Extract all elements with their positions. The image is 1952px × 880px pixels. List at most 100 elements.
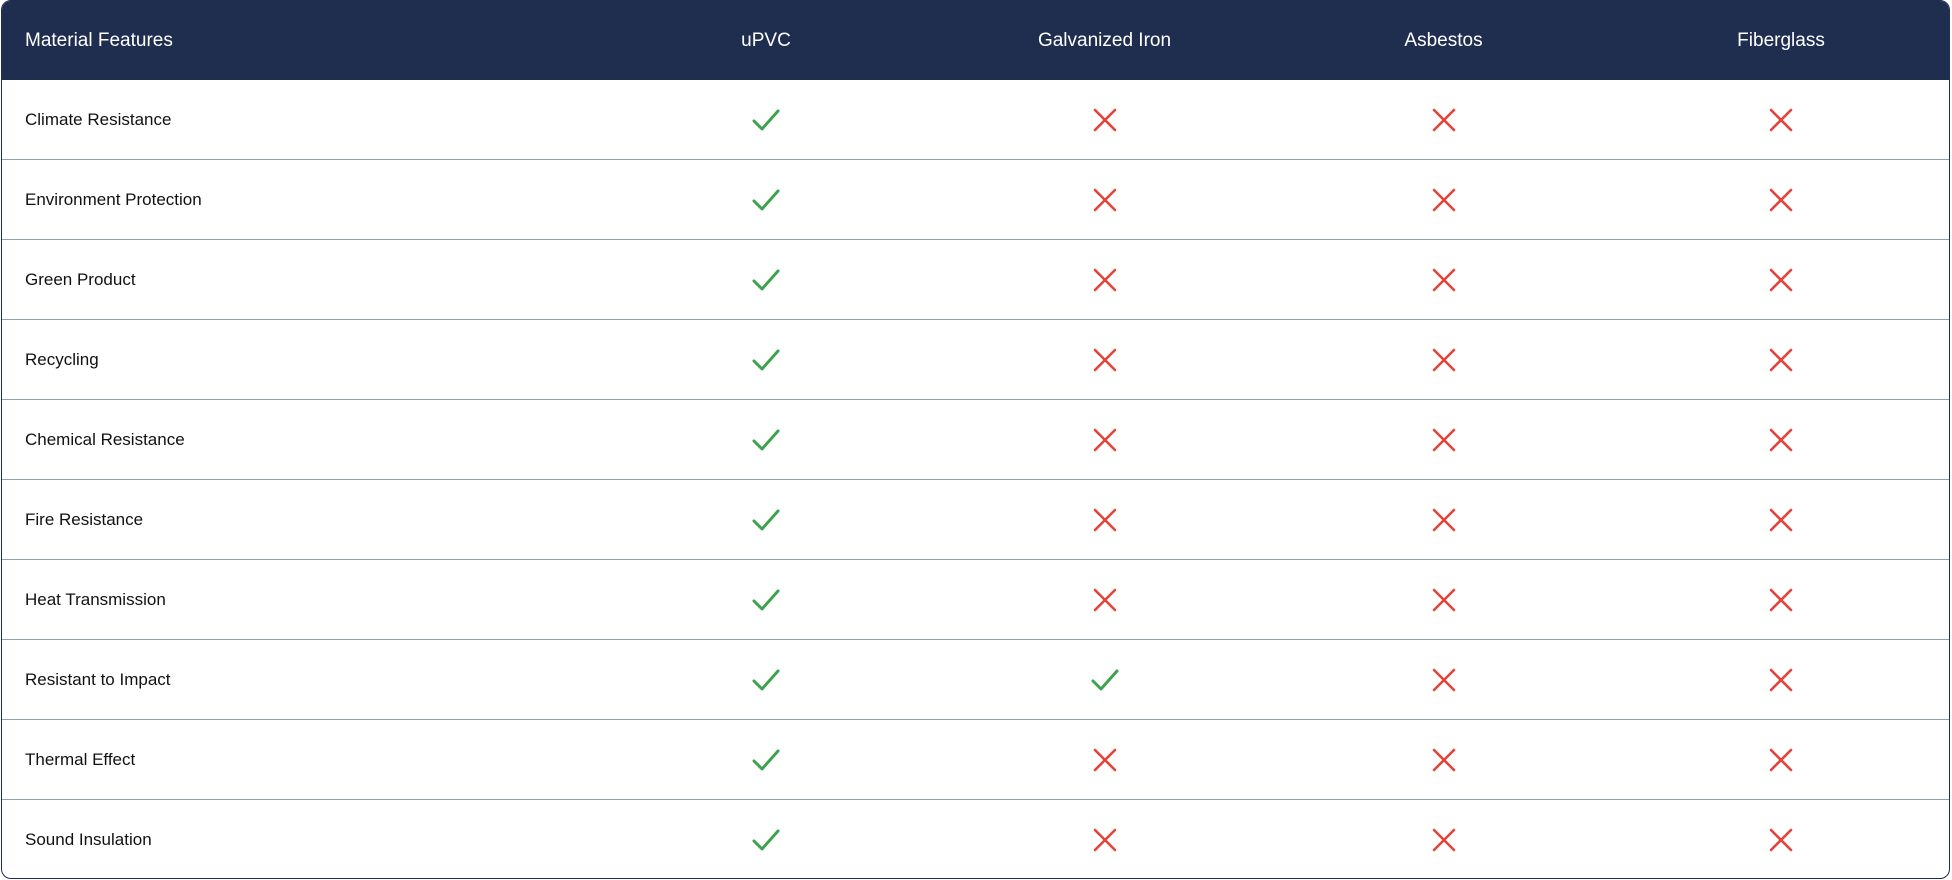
value-cell: [597, 720, 935, 799]
value-cell: [1274, 160, 1613, 239]
table-row: Environment Protection: [2, 160, 1949, 240]
table-body: Climate Resistance Environment Protection…: [2, 80, 1949, 878]
cross-icon: [1092, 587, 1118, 613]
check-icon: [751, 827, 781, 853]
header-galvanized-iron: Galvanized Iron: [1037, 29, 1172, 51]
cross-icon: [1431, 747, 1457, 773]
table-row: Green Product: [2, 240, 1949, 320]
value-cell: [597, 640, 935, 719]
check-icon: [751, 107, 781, 133]
value-cell: [597, 320, 935, 399]
value-cell: [1274, 800, 1613, 878]
value-cell: [1274, 640, 1613, 719]
header-material-features: Material Features: [25, 29, 173, 51]
cross-icon: [1431, 427, 1457, 453]
cross-icon: [1431, 827, 1457, 853]
value-cell: [1274, 720, 1613, 799]
cross-icon: [1768, 507, 1794, 533]
cross-icon: [1768, 667, 1794, 693]
cross-icon: [1768, 107, 1794, 133]
value-cell: [935, 720, 1274, 799]
cross-icon: [1092, 107, 1118, 133]
value-cell: [1613, 480, 1949, 559]
value-cell: [1274, 480, 1613, 559]
cross-icon: [1431, 667, 1457, 693]
cross-icon: [1092, 347, 1118, 373]
value-cell: [935, 560, 1274, 639]
header-upvc: uPVC: [741, 29, 791, 51]
cross-icon: [1768, 427, 1794, 453]
check-icon: [751, 187, 781, 213]
feature-label: Fire Resistance: [25, 509, 144, 529]
value-cell: [1613, 80, 1949, 159]
table-row: Fire Resistance: [2, 480, 1949, 560]
feature-label: Sound Insulation: [25, 830, 152, 849]
check-icon: [751, 427, 781, 453]
value-cell: [597, 400, 935, 479]
value-cell: [1613, 640, 1949, 719]
feature-label: Chemical Resistance: [25, 429, 185, 449]
cross-icon: [1768, 187, 1794, 213]
value-cell: [1274, 80, 1613, 159]
feature-label: Thermal Effect: [25, 749, 136, 769]
table-row: Thermal Effect: [2, 720, 1949, 800]
table-row: Heat Transmission: [2, 560, 1949, 640]
check-icon: [751, 267, 781, 293]
check-icon: [751, 347, 781, 373]
cross-icon: [1431, 107, 1457, 133]
value-cell: [1613, 400, 1949, 479]
value-cell: [1613, 560, 1949, 639]
value-cell: [597, 160, 935, 239]
value-cell: [597, 240, 935, 319]
value-cell: [935, 640, 1274, 719]
cross-icon: [1092, 507, 1118, 533]
table-row: Resistant to Impact: [2, 640, 1949, 720]
table-row: Chemical Resistance: [2, 400, 1949, 480]
value-cell: [935, 160, 1274, 239]
table-header: Material Features uPVC Galvanized Iron A…: [2, 1, 1949, 80]
cross-icon: [1431, 267, 1457, 293]
cross-icon: [1768, 827, 1794, 853]
feature-label: Recycling: [25, 349, 99, 369]
cross-icon: [1092, 427, 1118, 453]
value-cell: [1274, 560, 1613, 639]
cross-icon: [1092, 267, 1118, 293]
feature-label: Resistant to Impact: [25, 669, 171, 689]
value-cell: [597, 480, 935, 559]
value-cell: [935, 800, 1274, 878]
check-icon: [751, 667, 781, 693]
cross-icon: [1092, 827, 1118, 853]
cross-icon: [1768, 587, 1794, 613]
cross-icon: [1768, 347, 1794, 373]
value-cell: [1274, 320, 1613, 399]
cross-icon: [1092, 187, 1118, 213]
value-cell: [597, 560, 935, 639]
value-cell: [1613, 320, 1949, 399]
cross-icon: [1768, 747, 1794, 773]
value-cell: [597, 80, 935, 159]
cross-icon: [1431, 347, 1457, 373]
comparison-table: Material Features uPVC Galvanized Iron A…: [1, 0, 1950, 879]
value-cell: [1613, 720, 1949, 799]
value-cell: [935, 240, 1274, 319]
value-cell: [935, 80, 1274, 159]
value-cell: [1613, 160, 1949, 239]
value-cell: [935, 480, 1274, 559]
feature-label: Green Product: [25, 269, 136, 289]
table-row: Recycling: [2, 320, 1949, 400]
value-cell: [935, 400, 1274, 479]
value-cell: [1274, 400, 1613, 479]
cross-icon: [1431, 507, 1457, 533]
feature-label: Environment Protection: [25, 189, 202, 209]
value-cell: [1274, 240, 1613, 319]
cross-icon: [1431, 587, 1457, 613]
cross-icon: [1768, 267, 1794, 293]
cross-icon: [1092, 747, 1118, 773]
value-cell: [935, 320, 1274, 399]
value-cell: [597, 800, 935, 878]
feature-label: Climate Resistance: [25, 109, 172, 129]
feature-label: Heat Transmission: [25, 589, 166, 609]
check-icon: [751, 507, 781, 533]
value-cell: [1613, 240, 1949, 319]
header-fiberglass: Fiberglass: [1737, 29, 1825, 51]
